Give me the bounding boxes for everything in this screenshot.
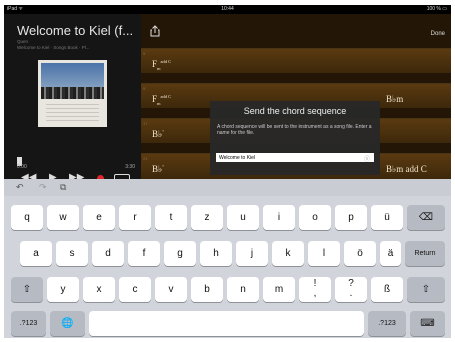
key-c[interactable]: c xyxy=(119,277,151,302)
space-bar[interactable] xyxy=(89,311,364,336)
chord-label: B♭° xyxy=(152,164,165,174)
player-panel: Welcome to Kiel (f... Quen Welcome to Ki… xyxy=(4,14,141,183)
time-elapsed: 0:00 xyxy=(17,164,27,170)
dialog-title: Send the chord sequence xyxy=(243,106,347,116)
return-key[interactable]: Return xyxy=(405,241,445,266)
share-icon[interactable] xyxy=(150,25,160,37)
key-f[interactable]: f xyxy=(128,241,160,266)
key-z[interactable]: z xyxy=(191,205,223,230)
ipad-screen: iPad ᯤ 10:44 100 % ▭ Welcome to Kiel (f.… xyxy=(4,5,451,338)
album-artwork xyxy=(38,60,107,127)
key-r[interactable]: r xyxy=(119,205,151,230)
key-h[interactable]: h xyxy=(200,241,232,266)
battery-label: 100 % ▭ xyxy=(426,6,447,12)
status-bar: iPad ᯤ 10:44 100 % ▭ xyxy=(4,5,451,14)
key-d[interactable]: d xyxy=(92,241,124,266)
redo-icon[interactable]: ↷ xyxy=(39,182,47,193)
song-artist: Quen xyxy=(17,39,29,44)
key-p[interactable]: p xyxy=(335,205,367,230)
done-button[interactable]: Done xyxy=(431,31,445,37)
chord-label-right: B♭m xyxy=(386,94,404,104)
key-o-umlaut[interactable]: ö xyxy=(344,241,376,266)
song-title: Welcome to Kiel (f... xyxy=(17,23,134,38)
key-m[interactable]: m xyxy=(263,277,295,302)
chord-label: Fmadd C xyxy=(152,94,172,106)
backspace-key[interactable]: ⌫ xyxy=(407,205,445,230)
key-exclaim-comma[interactable]: ! , xyxy=(299,277,331,302)
send-chord-dialog: Send the chord sequence A chord sequence… xyxy=(210,101,380,175)
key-o[interactable]: o xyxy=(299,205,331,230)
key-g[interactable]: g xyxy=(164,241,196,266)
shift-key-left[interactable]: ⇧ xyxy=(11,277,43,302)
numbers-key-right[interactable]: .?123 xyxy=(368,311,406,336)
key-eszett[interactable]: ß xyxy=(371,277,403,302)
key-n[interactable]: n xyxy=(227,277,259,302)
file-name-input[interactable] xyxy=(216,153,374,162)
key-q[interactable]: q xyxy=(11,205,43,230)
bar-number: 21 xyxy=(143,156,148,161)
bar-number: 17 xyxy=(143,121,148,126)
key-e[interactable]: e xyxy=(83,205,115,230)
undo-icon[interactable]: ↶ xyxy=(16,182,24,193)
key-b[interactable]: b xyxy=(191,277,223,302)
dialog-message: A chord sequence will be sent to the ins… xyxy=(217,124,372,136)
key-u-umlaut[interactable]: ü xyxy=(371,205,403,230)
chord-row[interactable]: 5 Fmadd C xyxy=(141,48,451,73)
numbers-key-left[interactable]: .?123 xyxy=(11,311,46,336)
clock-label: 10:44 xyxy=(221,6,234,12)
paste-icon[interactable]: ⧉ xyxy=(60,182,66,193)
key-v[interactable]: v xyxy=(155,277,187,302)
time-total: 3:30 xyxy=(125,164,135,170)
artwork-text-lines xyxy=(46,104,99,122)
key-s[interactable]: s xyxy=(56,241,88,266)
key-w[interactable]: w xyxy=(47,205,79,230)
key-t[interactable]: t xyxy=(155,205,187,230)
key-y[interactable]: y xyxy=(47,277,79,302)
key-j[interactable]: j xyxy=(236,241,268,266)
chord-label: B♭° xyxy=(152,129,165,139)
hide-keyboard-icon[interactable]: ⌨ xyxy=(410,311,445,336)
key-l[interactable]: l xyxy=(308,241,340,266)
globe-icon[interactable]: 🌐 xyxy=(50,311,85,336)
artwork-skyline xyxy=(41,87,104,99)
key-a-umlaut[interactable]: ä xyxy=(380,241,401,266)
chord-label: Fmadd C xyxy=(152,59,172,71)
shortcut-bar: ↶ ↷ ⧉ xyxy=(4,179,451,196)
key-a[interactable]: a xyxy=(20,241,52,266)
bar-number: 9 xyxy=(143,86,146,91)
chord-label-right: B♭m add C xyxy=(386,164,427,174)
shift-key-right[interactable]: ⇧ xyxy=(407,277,445,302)
onscreen-keyboard: ↶ ↷ ⧉ q w e r t z u i o p ü ⌫ a s d f g … xyxy=(4,179,451,338)
bar-number: 5 xyxy=(143,51,146,56)
key-u[interactable]: u xyxy=(227,205,259,230)
clear-text-icon[interactable]: ⓧ xyxy=(364,154,370,163)
key-question-period[interactable]: ? . xyxy=(335,277,367,302)
key-i[interactable]: i xyxy=(263,205,295,230)
key-x[interactable]: x xyxy=(83,277,115,302)
song-album-info: Welcome to Kiel · Songs Book · Pl... xyxy=(17,45,90,50)
key-k[interactable]: k xyxy=(272,241,304,266)
